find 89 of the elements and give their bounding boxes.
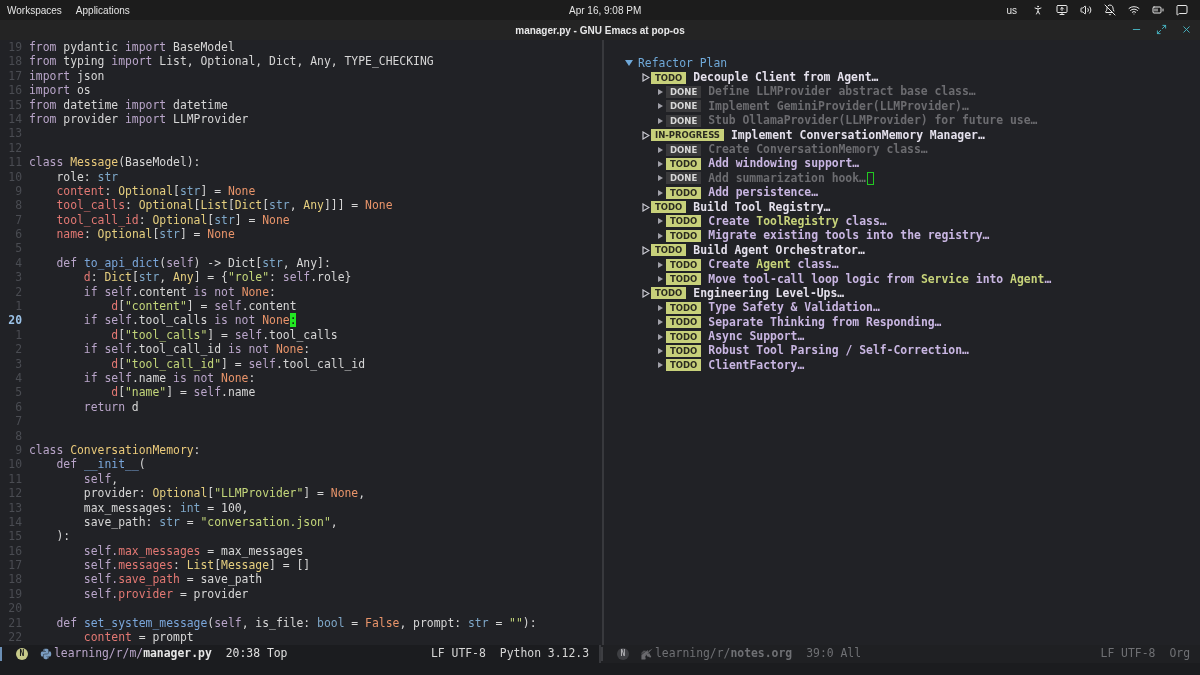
code-line: self, (82, 471, 119, 487)
python-icon (40, 648, 52, 660)
code-line: d: Dict[str, Any] = {"role": self.role} (82, 270, 352, 285)
code-line: save_path: str = "conversation.json", (82, 514, 338, 530)
status-badge: TODO (651, 244, 687, 257)
code-line: def set_system_message(self, is_file: bool = False, prompt: str = ""): (55, 615, 537, 630)
status-badge: IN-PROGRESS (651, 129, 724, 142)
code-line: if self.tool_call_id is not None: (82, 342, 311, 357)
status-badge: DONE (666, 143, 702, 156)
encoding-label: LF UTF-8 (1100, 645, 1156, 663)
code-line: if self.content is not None: (82, 284, 276, 300)
status-badge: TODO (666, 301, 702, 314)
expanded-triangle-icon[interactable] (625, 59, 633, 68)
major-mode-label: Python 3.12.3 (499, 645, 589, 663)
status-badge: TODO (651, 71, 687, 84)
bell-off-icon[interactable] (1104, 4, 1116, 16)
status-badge: TODO (666, 330, 702, 343)
file-path: learning/r/m/manager.py (54, 645, 212, 663)
code-line: self.save_path = save_path (82, 572, 263, 587)
unicorn-icon (641, 648, 653, 660)
maximize-icon[interactable] (1156, 24, 1167, 35)
code-line: if self.tool_calls is not None: (82, 313, 297, 328)
status-badge: TODO (666, 258, 702, 271)
file-path: learning/r/notes.org (655, 645, 793, 663)
code-line: from pydantic import BaseModel (29, 40, 235, 55)
close-icon[interactable] (1181, 24, 1192, 35)
window-title: manager.py - GNU Emacs at pop-os (515, 23, 685, 38)
code-line: name: Optional[str] = None (55, 227, 235, 242)
cursor-position: 20:38 Top (225, 645, 288, 663)
state-indicator: N (16, 648, 28, 660)
accessibility-icon[interactable] (1032, 4, 1044, 16)
status-badge: TODO (666, 316, 702, 329)
status-badge: TODO (666, 345, 702, 357)
status-badge: TODO (666, 186, 702, 199)
code-line: self.provider = provider (82, 586, 249, 602)
code-line: import json (29, 68, 105, 84)
wifi-icon[interactable] (1128, 4, 1140, 16)
code-line: self.max_messages = max_messages (82, 543, 304, 559)
monitor-icon[interactable] (1056, 4, 1068, 16)
code-line: d["tool_call_id"] = self.tool_call_id (110, 356, 366, 371)
code-line: from datetime import datetime (29, 97, 228, 112)
code-line: return d (82, 399, 139, 415)
code-line: self.messages: List[Message] = [] (82, 558, 311, 573)
status-badge: TODO (651, 287, 687, 300)
status-badge: TODO (651, 201, 687, 214)
top-bar-menu[interactable]: Applications (68, 2, 137, 18)
triangle-icon[interactable] (657, 362, 663, 369)
code-line: ): (55, 529, 71, 544)
code-line: content: Optional[str] = None (55, 183, 256, 199)
status-badge: DONE (666, 114, 702, 127)
status-badge: DONE (666, 100, 702, 113)
code-line: def __init__( (55, 457, 146, 472)
triangle-icon[interactable] (657, 348, 663, 354)
code-line: tool_calls: Optional[List[Dict[str, Any]]] = None (55, 198, 393, 213)
code-line: from typing import List, Optional, Dict, Any, TYPE_CHECKING (29, 54, 434, 69)
clock[interactable]: Apr 16, 9:08 PM (569, 2, 642, 18)
code-line: class Message(BaseModel): (29, 155, 201, 170)
status-badge: TODO (666, 157, 702, 170)
status-badge: TODO (666, 273, 702, 286)
code-line: max_messages: int = 100, (82, 500, 249, 515)
code-line: content = prompt (82, 630, 194, 645)
code-editor[interactable] (0, 40, 602, 645)
code-line: role: str (55, 169, 119, 184)
code-line: def to_api_dict(self) -> Dict[str, Any]: (55, 255, 331, 271)
code-line: d["tool_calls"] = self.tool_calls (110, 327, 338, 343)
state-indicator: N (617, 648, 629, 660)
status-badge: TODO (666, 215, 702, 228)
code-line: tool_call_id: Optional[str] = None (55, 212, 290, 228)
status-badge: TODO (666, 229, 702, 242)
status-badge: TODO (666, 359, 702, 372)
keyboard-layout[interactable]: us (1006, 2, 1017, 18)
code-line: provider: Optional["LLMProvider"] = None, (82, 486, 366, 501)
major-mode-label: Org (1169, 645, 1190, 663)
battery-icon[interactable] (1152, 4, 1164, 16)
code-line: from provider import LLMProvider (29, 111, 249, 127)
code-line: import os (29, 83, 91, 98)
code-line: class ConversationMemory: (29, 442, 201, 458)
encoding-label: LF UTF-8 (430, 645, 486, 663)
code-line: if self.name is not None: (82, 371, 256, 386)
cursor-position: 39:0 All (806, 645, 862, 663)
top-bar-menu[interactable]: Workspaces (0, 2, 69, 18)
status-badge: DONE (666, 85, 702, 98)
volume-icon[interactable] (1080, 4, 1092, 16)
chat-icon[interactable] (1176, 4, 1188, 16)
code-line: d["content"] = self.content (110, 299, 297, 314)
status-badge: DONE (666, 172, 702, 185)
code-line: d["name"] = self.name (110, 385, 256, 400)
outline-title[interactable]: Refactor Plan (638, 54, 728, 72)
line-number: 20 (7, 313, 22, 328)
